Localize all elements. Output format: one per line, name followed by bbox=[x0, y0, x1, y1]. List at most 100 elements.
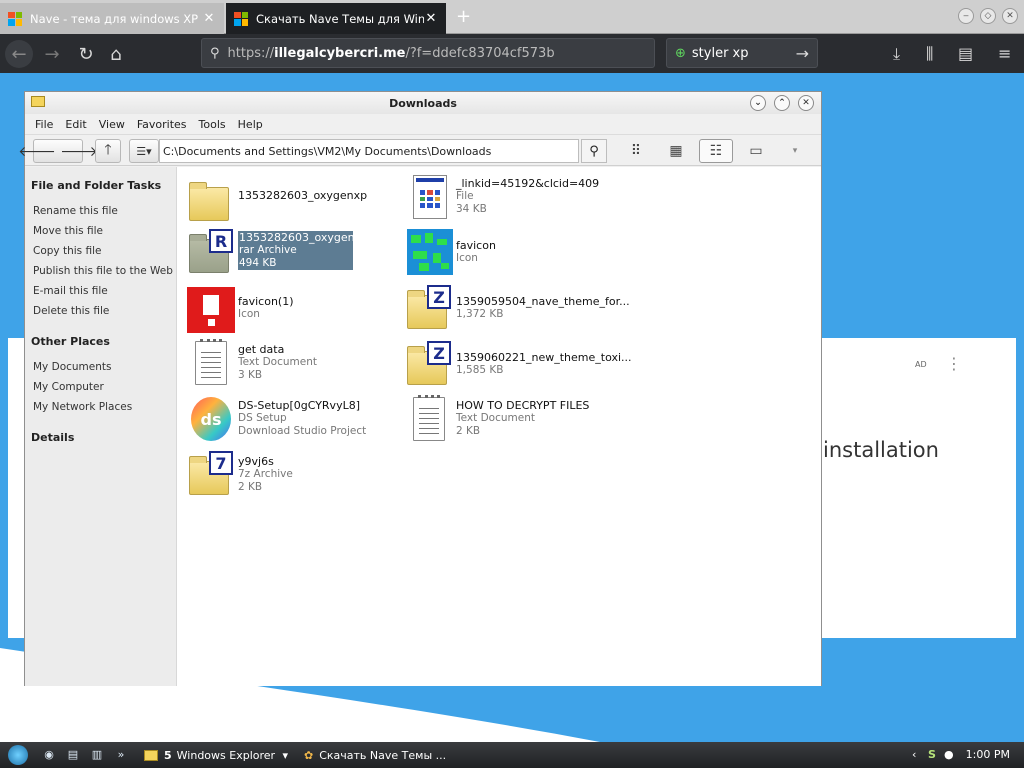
minimize-icon[interactable]: ⌄ bbox=[750, 95, 766, 111]
file-item[interactable]: favicon Icon bbox=[399, 227, 617, 279]
tab-download-nave[interactable]: Скачать Nave Темы для Windows ✕ bbox=[226, 3, 446, 34]
file-name: favicon(1) bbox=[238, 295, 294, 308]
explorer-label: Windows Explorer bbox=[176, 748, 276, 762]
address-dropdown-button[interactable]: ☰▾ bbox=[129, 139, 159, 163]
file-size: 494 KB bbox=[239, 257, 277, 269]
explorer-count: 5 bbox=[164, 748, 172, 762]
file-type: Icon bbox=[238, 308, 260, 320]
ad-options-icon[interactable]: ⋮ bbox=[946, 354, 962, 373]
maximize-window-icon[interactable]: ◇ bbox=[980, 8, 996, 24]
expand-quicklaunch-icon[interactable]: » bbox=[114, 748, 128, 762]
file-item-selected[interactable]: R 1353282603_oxygenxp rar Archive 494 KB bbox=[181, 227, 399, 279]
menu-tools[interactable]: Tools bbox=[193, 118, 232, 131]
file-item[interactable]: favicon(1) Icon bbox=[181, 283, 399, 335]
forward-button[interactable]: → bbox=[38, 40, 66, 68]
document-quicklaunch-icon[interactable]: ▤ bbox=[66, 748, 80, 762]
favicon-icon bbox=[405, 229, 453, 277]
start-button[interactable] bbox=[8, 745, 28, 765]
reload-button[interactable]: ↻ bbox=[72, 40, 100, 68]
close-tab-icon[interactable]: ✕ bbox=[202, 11, 216, 26]
tab-title: Nave - тема для windows XP bbox=[30, 11, 199, 26]
toolbar-overflow-icon[interactable]: ▾ bbox=[785, 139, 805, 163]
menu-view[interactable]: View bbox=[93, 118, 131, 131]
browser-quicklaunch-icon[interactable]: ◉ bbox=[42, 748, 56, 762]
file-name: get data bbox=[238, 343, 285, 356]
details-title: Details bbox=[31, 430, 75, 444]
address-field[interactable]: C:\Documents and Settings\VM2\My Documen… bbox=[159, 139, 579, 163]
tray-s-icon[interactable]: S bbox=[928, 748, 936, 761]
search-field[interactable]: ⊕ styler xp → bbox=[666, 38, 818, 68]
close-icon[interactable]: ✕ bbox=[798, 95, 814, 111]
place-my-computer[interactable]: My Computer bbox=[25, 377, 176, 397]
file-item[interactable]: 1353282603_oxygenxp bbox=[181, 175, 399, 227]
tab-nave-theme[interactable]: Nave - тема для windows XP ✕ bbox=[0, 3, 224, 34]
forward-arrow-icon[interactable]: 🡒 bbox=[60, 143, 98, 160]
view-details-button[interactable]: ☷ bbox=[699, 139, 733, 163]
home-button[interactable]: ⌂ bbox=[102, 40, 130, 68]
file-item[interactable]: 7 y9vj6s 7z Archive 2 KB bbox=[181, 449, 399, 501]
explorer-title-bar[interactable]: Downloads ⌄ ⌃ ✕ bbox=[25, 92, 821, 114]
other-places-title: Other Places bbox=[31, 334, 110, 348]
close-tab-icon[interactable]: ✕ bbox=[424, 11, 438, 26]
rar-badge: R bbox=[209, 229, 233, 253]
up-folder-button[interactable]: 🡑 bbox=[95, 139, 121, 163]
library-icon[interactable]: ⫼ bbox=[926, 44, 933, 64]
file-size: 3 KB bbox=[238, 369, 263, 381]
url-bar[interactable]: ⚲ https://illegalcybercri.me/?f=ddefc837… bbox=[201, 38, 655, 68]
url-domain: illegalcybercri.me bbox=[274, 45, 406, 61]
view-tiles-button[interactable]: ▦ bbox=[659, 139, 693, 163]
generic-file-icon bbox=[405, 173, 451, 221]
task-publish[interactable]: Publish this file to the Web bbox=[25, 261, 176, 281]
file-item[interactable]: _linkid=45192&clcid=409 File 34 KB bbox=[399, 171, 617, 223]
search-icon[interactable]: ⚲ bbox=[581, 139, 607, 163]
back-arrow-icon[interactable]: 🡐 bbox=[18, 143, 56, 160]
place-my-documents[interactable]: My Documents bbox=[25, 357, 176, 377]
tray-expand-icon[interactable]: ‹ bbox=[912, 748, 916, 761]
minimize-window-icon[interactable]: ‒ bbox=[958, 8, 974, 24]
new-tab-button[interactable]: + bbox=[456, 6, 471, 27]
file-name: _linkid=45192&clcid=409 bbox=[456, 177, 600, 190]
file-item[interactable]: Z 1359059504_nave_theme_for... 1,372 KB bbox=[399, 283, 630, 335]
task-rename[interactable]: Rename this file bbox=[25, 201, 176, 221]
file-item[interactable]: get data Text Document 3 KB bbox=[181, 337, 399, 389]
download-icon[interactable]: ⤓ bbox=[893, 44, 900, 64]
menu-edit[interactable]: Edit bbox=[59, 118, 92, 131]
menu-icon[interactable]: ≡ bbox=[998, 44, 1011, 63]
taskbar-browser-window[interactable]: ✿ Скачать Nave Темы ... bbox=[298, 744, 458, 766]
view-thumbnails-button[interactable]: ▭ bbox=[739, 139, 773, 163]
back-forward-buttons[interactable]: 🡐 🡒 bbox=[18, 139, 98, 163]
view-icons-button[interactable]: ⠿ bbox=[619, 139, 653, 163]
ds-badge: ds bbox=[191, 397, 231, 441]
task-email[interactable]: E-mail this file bbox=[25, 281, 176, 301]
menu-favorites[interactable]: Favorites bbox=[131, 118, 193, 131]
file-item[interactable]: ds DS-Setup[0gCYRvyL8] DS Setup Download S… bbox=[181, 393, 399, 445]
sidebar-icon[interactable]: ▤ bbox=[958, 44, 973, 63]
file-item[interactable]: Z 1359060221_new_theme_toxi... 1,585 KB bbox=[399, 339, 632, 391]
file-name: 1353282603_oxygenxp bbox=[239, 231, 369, 244]
page-content-card bbox=[820, 338, 1016, 638]
up-arrow-icon: 🡑 bbox=[104, 142, 112, 158]
task-copy[interactable]: Copy this file bbox=[25, 241, 176, 261]
maximize-icon[interactable]: ⌃ bbox=[774, 95, 790, 111]
ad-label: AD bbox=[915, 360, 927, 369]
search-icon: ⚲ bbox=[210, 45, 220, 61]
tray-network-icon[interactable]: ● bbox=[944, 748, 954, 761]
clock: 1:00 PM bbox=[965, 748, 1010, 761]
tab-title: Скачать Nave Темы для Windows bbox=[256, 11, 424, 26]
place-my-network-places[interactable]: My Network Places bbox=[25, 397, 176, 417]
task-move[interactable]: Move this file bbox=[25, 221, 176, 241]
folder-icon bbox=[187, 177, 233, 225]
task-delete[interactable]: Delete this file bbox=[25, 301, 176, 321]
close-window-icon[interactable]: ✕ bbox=[1002, 8, 1018, 24]
rar-archive-icon: R bbox=[187, 229, 233, 277]
menu-help[interactable]: Help bbox=[232, 118, 269, 131]
file-item[interactable]: HOW TO DECRYPT FILES Text Document 2 KB bbox=[399, 393, 617, 445]
file-name: 1359059504_nave_theme_for... bbox=[456, 295, 630, 308]
file-type: File bbox=[456, 190, 474, 202]
menu-file[interactable]: File bbox=[29, 118, 59, 131]
browser-icon: ✿ bbox=[304, 748, 314, 762]
notes-quicklaunch-icon[interactable]: ▥ bbox=[90, 748, 104, 762]
search-go-icon[interactable]: → bbox=[796, 44, 809, 63]
taskbar-explorer-group[interactable]: 5 Windows Explorer ▾ bbox=[138, 744, 294, 766]
back-button[interactable]: ← bbox=[5, 40, 33, 68]
